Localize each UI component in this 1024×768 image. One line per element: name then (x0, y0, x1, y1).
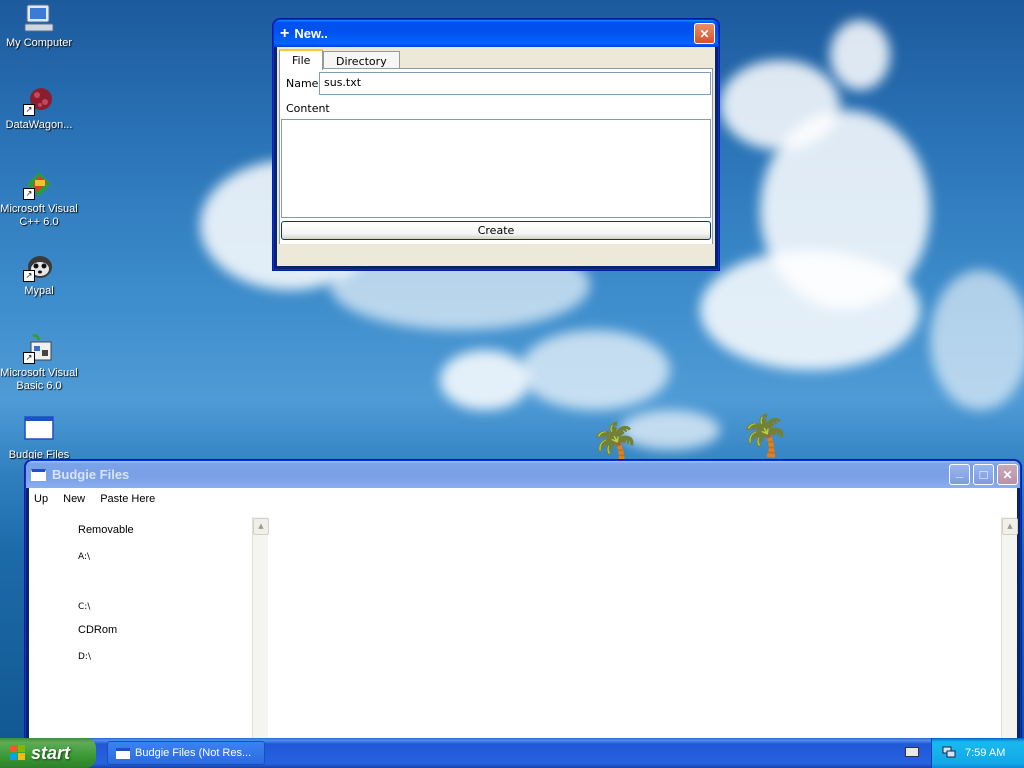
menu-bar: Up New Paste Here (34, 493, 167, 505)
taskbar-item-budgie-files[interactable]: Budgie Files (Not Res... (107, 741, 265, 765)
drive-list-scrollbar[interactable]: ▲ (252, 517, 269, 741)
drive-c[interactable]: C:\ (78, 602, 90, 612)
new-dialog-title-bar[interactable]: + New.. ✕ (274, 20, 718, 47)
name-label: Name (286, 77, 319, 90)
clock[interactable]: 7:59 AM (965, 747, 1005, 759)
menu-up[interactable]: Up (34, 493, 48, 505)
visual-cpp-icon: ↗ (23, 168, 55, 200)
network-icon[interactable] (942, 745, 956, 762)
desktop-icon-my-computer[interactable]: My Computer (0, 2, 78, 49)
budgie-files-window: Budgie Files _ □ ✕ Up New Paste Here Rem… (25, 460, 1021, 742)
task-label: Budgie Files (Not Res... (135, 747, 252, 759)
desktop-icon-mypal[interactable]: ↗ Mypal (0, 250, 78, 297)
drive-group-cdrom[interactable]: CDRom (78, 624, 117, 636)
start-label: start (31, 742, 71, 763)
file-list-pane[interactable] (269, 517, 1001, 741)
close-icon: ✕ (1002, 467, 1013, 482)
file-list-scrollbar[interactable]: ▲ (1001, 517, 1018, 741)
budgie-files-icon (23, 414, 55, 446)
content-textarea[interactable] (281, 119, 711, 218)
window-icon (116, 747, 130, 759)
content-label: Content (286, 102, 330, 115)
drive-d[interactable]: D:\ (78, 652, 91, 662)
minimize-icon: _ (955, 464, 964, 479)
desktop-icon-budgie-files[interactable]: Budgie Files (0, 414, 78, 461)
desktop-icon-label: My Computer (5, 37, 73, 49)
drive-a[interactable]: A:\ (78, 552, 90, 562)
scroll-up-arrow-icon[interactable]: ▲ (1002, 518, 1018, 535)
budgie-title: Budgie Files (52, 467, 130, 482)
start-button[interactable]: start (0, 738, 96, 768)
desktop-icon-datawagon[interactable]: ↗ DataWagon... (0, 84, 78, 131)
system-tray: 7:59 AM (931, 738, 1024, 768)
desktop-icon-visual-cpp[interactable]: ↗ Microsoft Visual C++ 6.0 (0, 168, 78, 229)
menu-new[interactable]: New (63, 493, 85, 505)
scroll-up-arrow-icon[interactable]: ▲ (253, 518, 269, 535)
create-button[interactable]: Create (281, 221, 711, 240)
desktop-icon-label: Mypal (24, 285, 54, 297)
name-input[interactable]: sus.txt (319, 72, 711, 95)
desktop-icon-label: Microsoft Visual C++ 6.0 (0, 203, 78, 228)
my-computer-icon (23, 2, 55, 34)
mypal-icon: ↗ (23, 250, 55, 282)
close-icon: ✕ (699, 26, 710, 41)
visual-basic-icon: ↗ (23, 332, 55, 364)
palm-tree-icon: 🌴 (740, 413, 790, 459)
drive-list: Removable A:\ C:\ CDRom D:\ (29, 516, 269, 741)
tab-file[interactable]: File (279, 49, 323, 70)
budgie-title-bar[interactable]: Budgie Files _ □ ✕ (26, 461, 1020, 488)
new-dialog-title: New.. (294, 26, 328, 41)
close-button[interactable]: ✕ (694, 23, 715, 44)
maximize-icon: □ (979, 467, 988, 482)
tab-label: Directory (336, 55, 387, 68)
tab-label: File (292, 54, 311, 67)
menu-paste-here[interactable]: Paste Here (100, 493, 155, 505)
taskbar: start Budgie Files (Not Res... 7:59 AM (0, 738, 1024, 768)
keyboard-icon[interactable] (905, 747, 919, 757)
close-button[interactable]: ✕ (997, 464, 1018, 485)
plus-icon: + (280, 24, 290, 42)
datawagon-icon: ↗ (23, 84, 55, 116)
minimize-button[interactable]: _ (949, 464, 970, 485)
drive-group-removable[interactable]: Removable (78, 524, 134, 536)
maximize-button[interactable]: □ (973, 464, 994, 485)
desktop-icon-label: DataWagon... (5, 119, 73, 131)
window-icon (31, 468, 46, 481)
create-button-label: Create (477, 224, 515, 237)
windows-logo-icon (10, 745, 26, 761)
new-dialog: + New.. ✕ File Directory Name sus.txt Co… (273, 19, 719, 270)
desktop-icon-label: Microsoft Visual Basic 6.0 (0, 367, 78, 392)
desktop-icon-visual-basic[interactable]: ↗ Microsoft Visual Basic 6.0 (0, 332, 78, 393)
